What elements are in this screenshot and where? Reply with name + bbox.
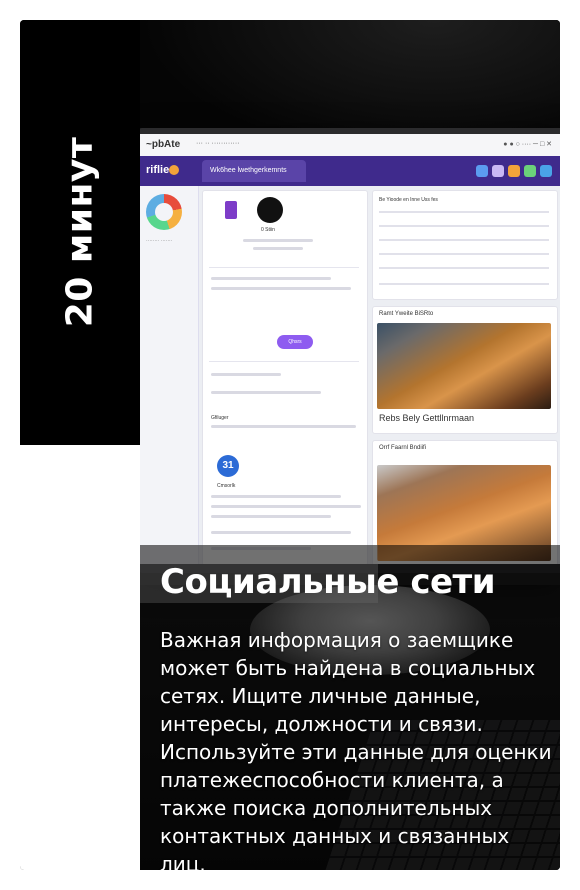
feed-text-line (243, 239, 313, 242)
header-button-3 (508, 165, 520, 177)
feed-text-line (211, 531, 351, 534)
header-button-2 (492, 165, 504, 177)
side-strip-blank (20, 445, 140, 870)
profile-name: 0 Stiin (261, 227, 275, 233)
browser-title: ~pbAte (146, 139, 181, 150)
profile-avatar (257, 197, 283, 223)
app-sidebar: ········ ······· (140, 186, 199, 564)
stats-row (379, 267, 549, 269)
stats-title: Be Yioode en Inne Uss fes (379, 197, 438, 203)
app-tab: Wk6hee lwethgerkemnts (202, 160, 306, 182)
feed-separator (209, 361, 359, 362)
app-logo: riflie (146, 164, 170, 176)
browser-controls: ● ● ○ ···· ─ □ ✕ (503, 141, 552, 148)
monitor: ~pbAte ··· ·· ············ ● ● ○ ···· ─ … (140, 128, 560, 573)
profile-feed: 0 Stiin Qhsrs Gfiluger 31 Cmsorlk (202, 190, 368, 564)
right-panel: Be Yioode en Inne Uss fes Ramt Yweite Bi… (372, 190, 558, 564)
slide-card: 20 минут ~pbAte ··· ·· ············ ● ● … (20, 20, 560, 870)
browser-menu: ··· ·· ············ (196, 140, 240, 147)
duration-label: 20 минут (59, 136, 101, 328)
side-strip: 20 минут (20, 20, 140, 445)
stats-row (379, 253, 549, 255)
app-header: riflie Wk6hee lwethgerkemnts (140, 156, 560, 186)
feed-text-line (211, 495, 341, 498)
slide-body: Важная информация о заемщике может быть … (160, 628, 552, 870)
feed-text-line (211, 277, 331, 280)
feed-text-line (211, 287, 351, 290)
slide-title: Социальные сети (160, 562, 496, 602)
stats-row (379, 225, 549, 227)
donut-chart-icon (146, 194, 182, 230)
feed-text-line (211, 373, 281, 376)
feed-text-line (211, 505, 361, 508)
profile-thumbnail (225, 201, 237, 219)
desert-photo (377, 323, 551, 409)
feed-subsection-label: Cmsorlk (217, 483, 236, 489)
logo-dot-icon (169, 165, 179, 175)
calendar-badge-icon: 31 (217, 455, 239, 477)
image-card-title: Ramt Yweite BiSRto (379, 311, 434, 317)
image-card-2-title: Orrf Faarnl Bndiifi (379, 445, 427, 451)
feed-separator (209, 267, 359, 268)
stats-row (379, 239, 549, 241)
monitor-screen: ~pbAte ··· ·· ············ ● ● ○ ···· ─ … (140, 134, 560, 564)
sidebar-caption: ········ ······· (146, 238, 173, 244)
feed-text-line (253, 247, 303, 250)
stats-row (379, 211, 549, 213)
header-button-5 (540, 165, 552, 177)
image-card: Ramt Yweite BiSRto Rebs Bely Gettllnrmaa… (372, 306, 558, 434)
feed-text-line (211, 391, 321, 394)
stats-row (379, 283, 549, 285)
header-button-4 (524, 165, 536, 177)
feed-text-line (211, 515, 331, 518)
feed-text-line (211, 425, 356, 428)
stats-card: Be Yioode en Inne Uss fes (372, 190, 558, 300)
header-buttons (476, 165, 552, 177)
header-button-1 (476, 165, 488, 177)
browser-bar: ~pbAte ··· ·· ············ ● ● ○ ···· ─ … (140, 134, 560, 157)
feed-action-button: Qhsrs (277, 335, 313, 349)
feed-section-label: Gfiluger (211, 415, 229, 421)
image-card-caption: Rebs Bely Gettllnrmaan (379, 413, 475, 423)
